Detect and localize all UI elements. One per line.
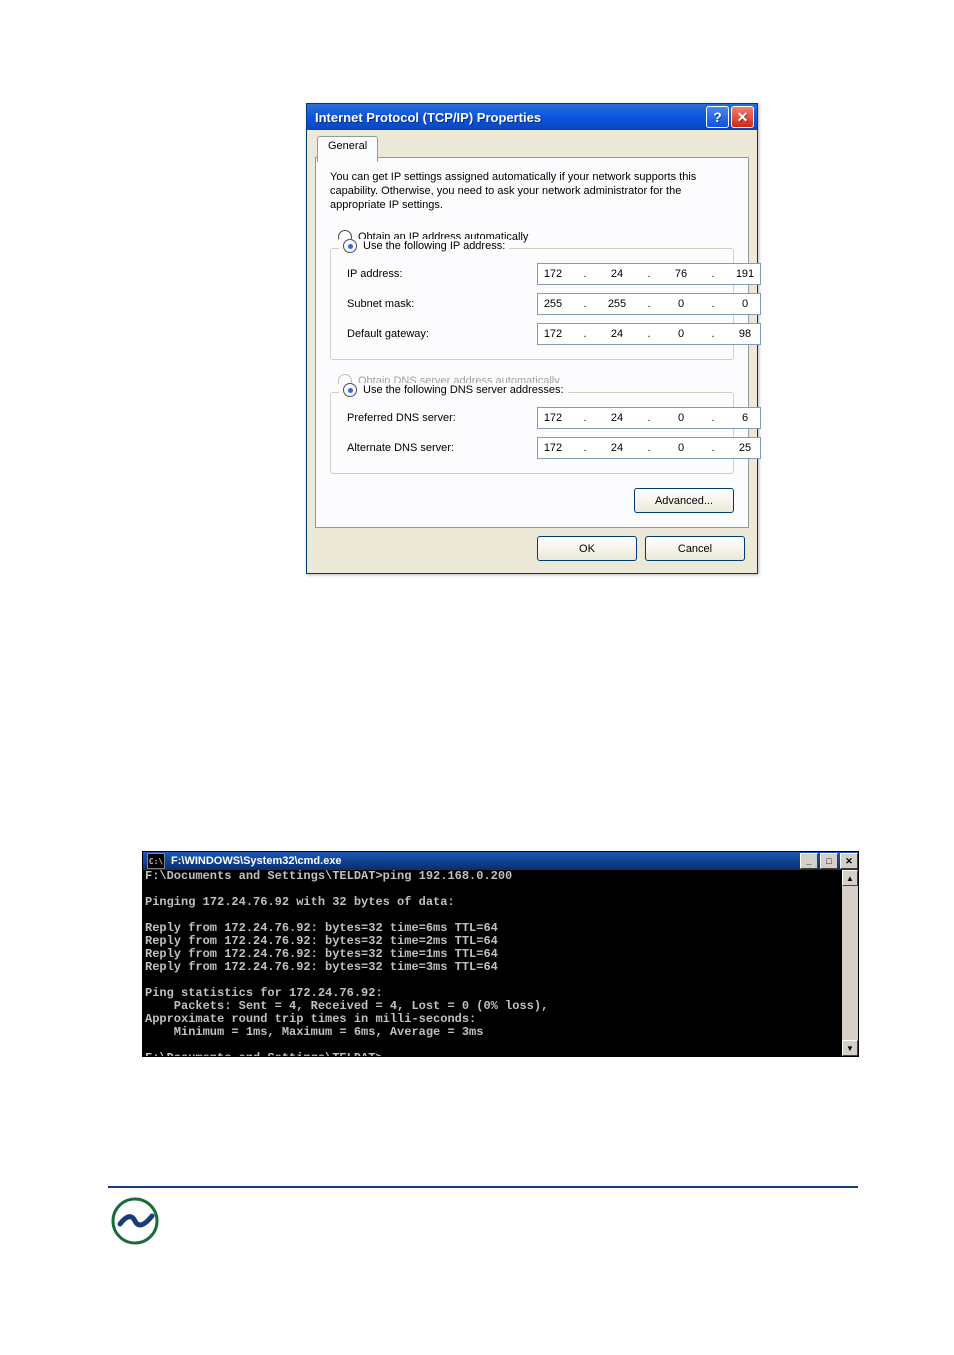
close-button[interactable]: ✕	[840, 853, 858, 869]
radio-label: Use the following IP address:	[363, 240, 505, 252]
cancel-button[interactable]: Cancel	[645, 536, 745, 561]
ip-address-group: Use the following IP address: IP address…	[330, 248, 734, 360]
cmd-window: C:\ F:\WINDOWS\System32\cmd.exe _ □ ✕ F:…	[142, 851, 859, 1057]
default-gateway-label: Default gateway:	[343, 328, 537, 340]
teldat-logo-icon	[110, 1196, 160, 1246]
footer-divider	[108, 1186, 858, 1189]
cmd-titlebar[interactable]: C:\ F:\WINDOWS\System32\cmd.exe _ □ ✕	[143, 852, 858, 870]
radio-label: Use the following DNS server addresses:	[363, 384, 564, 396]
tcpip-properties-dialog: Internet Protocol (TCP/IP) Properties ? …	[306, 103, 758, 574]
preferred-dns-input[interactable]: 172. 24. 0. 6	[537, 407, 761, 429]
alternate-dns-label: Alternate DNS server:	[343, 442, 537, 454]
radio-use-following-ip[interactable]: Use the following IP address:	[339, 239, 509, 253]
scrollbar[interactable]: ▲ ▼	[842, 870, 858, 1056]
help-button[interactable]: ?	[706, 106, 729, 128]
maximize-button[interactable]: □	[820, 853, 838, 869]
alternate-dns-input[interactable]: 172. 24. 0. 25	[537, 437, 761, 459]
radio-use-following-dns[interactable]: Use the following DNS server addresses:	[339, 383, 568, 397]
cmd-output[interactable]: F:\Documents and Settings\TELDAT>ping 19…	[143, 870, 842, 1056]
dialog-title: Internet Protocol (TCP/IP) Properties	[315, 110, 541, 125]
titlebar[interactable]: Internet Protocol (TCP/IP) Properties ? …	[307, 104, 757, 130]
tab-general[interactable]: General	[317, 136, 378, 162]
ok-button[interactable]: OK	[537, 536, 637, 561]
dns-address-group: Use the following DNS server addresses: …	[330, 392, 734, 474]
cmd-icon: C:\	[147, 853, 165, 869]
subnet-mask-label: Subnet mask:	[343, 298, 537, 310]
radio-icon	[343, 239, 357, 253]
ip-address-label: IP address:	[343, 268, 537, 280]
subnet-mask-input[interactable]: 255. 255. 0. 0	[537, 293, 761, 315]
close-button[interactable]: ✕	[731, 106, 754, 128]
scroll-up-icon[interactable]: ▲	[842, 870, 858, 886]
radio-icon	[343, 383, 357, 397]
default-gateway-input[interactable]: 172. 24. 0. 98	[537, 323, 761, 345]
description-text: You can get IP settings assigned automat…	[330, 170, 734, 212]
cmd-title: F:\WINDOWS\System32\cmd.exe	[171, 855, 342, 867]
ip-address-input[interactable]: 172. 24. 76. 191	[537, 263, 761, 285]
minimize-button[interactable]: _	[800, 853, 818, 869]
advanced-button[interactable]: Advanced...	[634, 488, 734, 513]
scroll-down-icon[interactable]: ▼	[842, 1040, 858, 1056]
preferred-dns-label: Preferred DNS server:	[343, 412, 537, 424]
